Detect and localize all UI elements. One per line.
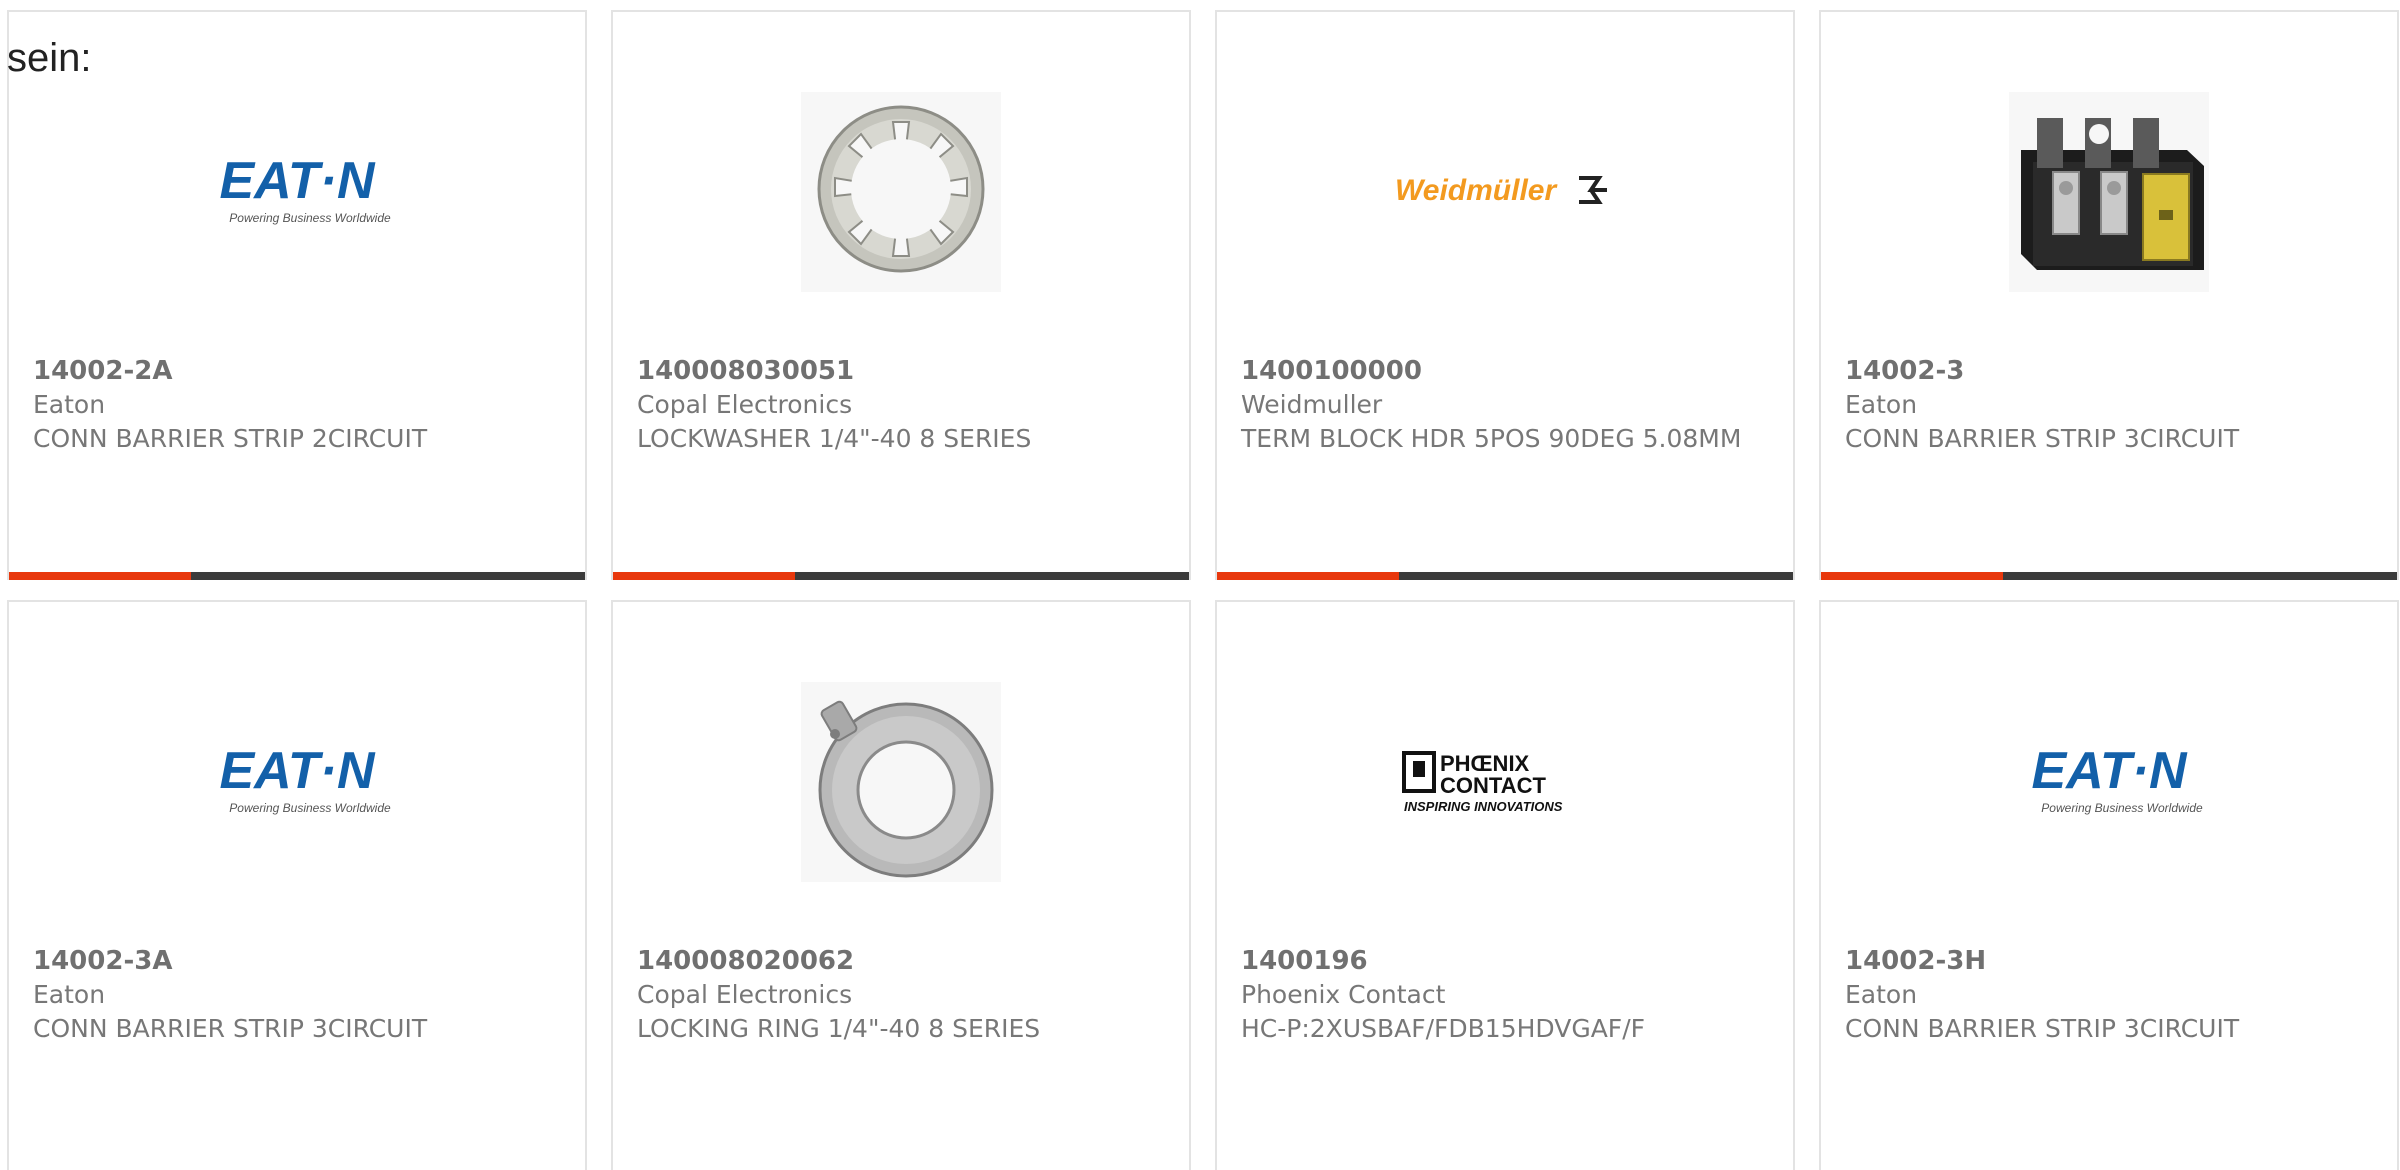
product-manufacturer: Eaton — [33, 980, 106, 1009]
eaton-wordmark: EAT·N — [2031, 742, 2187, 800]
product-info: 14002-3 Eaton CONN BARRIER STRIP 3CIRCUI… — [1845, 354, 2373, 456]
product-part-number[interactable]: 14002-2A — [33, 354, 561, 388]
eaton-tagline: Powering Business Worldwide — [2041, 801, 2203, 815]
locking-ring-photo — [613, 672, 1189, 892]
eaton-tagline: Powering Business Worldwide — [229, 801, 391, 815]
product-description: CONN BARRIER STRIP 3CIRCUIT — [33, 1014, 428, 1043]
product-part-number[interactable]: 14002-3A — [33, 944, 561, 978]
product-grid: EAT·N Powering Business Worldwide 14002-… — [7, 10, 2400, 1170]
card-accent — [1217, 572, 1399, 580]
product-part-number[interactable]: 140008030051 — [637, 354, 1165, 388]
product-part-number[interactable]: 1400100000 — [1241, 354, 1769, 388]
product-card[interactable]: Weidmüller 1400100000 Weidmuller TERM BL… — [1215, 10, 1795, 580]
product-description: CONN BARRIER STRIP 3CIRCUIT — [1845, 424, 2240, 453]
product-description: CONN BARRIER STRIP 3CIRCUIT — [1845, 1014, 2240, 1043]
product-part-number[interactable]: 14002-3H — [1845, 944, 2373, 978]
product-part-number[interactable]: 1400196 — [1241, 944, 1769, 978]
card-bottom-bar — [613, 572, 1189, 580]
card-bottom-bar — [9, 572, 585, 580]
product-manufacturer: Eaton — [1845, 980, 1918, 1009]
product-description: TERM BLOCK HDR 5POS 90DEG 5.08MM — [1241, 424, 1742, 453]
product-card[interactable]: 140008030051 Copal Electronics LOCKWASHE… — [611, 10, 1191, 580]
product-info: 140008020062 Copal Electronics LOCKING R… — [637, 944, 1165, 1046]
card-bottom-bar — [1217, 572, 1793, 580]
weidmuller-wordmark: Weidmüller — [1395, 174, 1558, 207]
product-manufacturer: Copal Electronics — [637, 980, 853, 1009]
product-manufacturer: Eaton — [1845, 390, 1918, 419]
eaton-wordmark: EAT·N — [219, 152, 375, 210]
phoenix-wordmark-2: CONTACT — [1440, 773, 1546, 798]
eaton-logo: EAT·N Powering Business Worldwide — [1821, 672, 2397, 892]
product-info: 14002-3A Eaton CONN BARRIER STRIP 3CIRCU… — [33, 944, 561, 1046]
product-card[interactable]: EAT·N Powering Business Worldwide 14002-… — [7, 10, 587, 580]
phoenix-logo: PHŒNIX CONTACT INSPIRING INNOVATIONS — [1217, 672, 1793, 892]
card-accent — [1821, 572, 2003, 580]
weidmuller-logo: Weidmüller — [1217, 82, 1793, 302]
eaton-logo: EAT·N Powering Business Worldwide — [9, 82, 585, 302]
card-bottom-bar — [1821, 572, 2397, 580]
product-manufacturer: Phoenix Contact — [1241, 980, 1446, 1009]
product-part-number[interactable]: 140008020062 — [637, 944, 1165, 978]
intro-text: sein: — [7, 36, 92, 80]
phoenix-tagline: INSPIRING INNOVATIONS — [1404, 799, 1563, 814]
product-manufacturer: Weidmuller — [1241, 390, 1383, 419]
eaton-logo: EAT·N Powering Business Worldwide — [9, 672, 585, 892]
product-description: LOCKING RING 1/4"-40 8 SERIES — [637, 1014, 1041, 1043]
product-info: 14002-2A Eaton CONN BARRIER STRIP 2CIRCU… — [33, 354, 561, 456]
product-card[interactable]: 14002-3 Eaton CONN BARRIER STRIP 3CIRCUI… — [1819, 10, 2399, 580]
product-card[interactable]: EAT·N Powering Business Worldwide 14002-… — [1819, 600, 2399, 1170]
product-info: 1400100000 Weidmuller TERM BLOCK HDR 5PO… — [1241, 354, 1769, 456]
product-description: LOCKWASHER 1/4"-40 8 SERIES — [637, 424, 1032, 453]
product-description: HC-P:2XUSBAF/FDB15HDVGAF/F — [1241, 1014, 1645, 1043]
product-card[interactable]: 140008020062 Copal Electronics LOCKING R… — [611, 600, 1191, 1170]
product-part-number[interactable]: 14002-3 — [1845, 354, 2373, 388]
eaton-tagline: Powering Business Worldwide — [229, 211, 391, 225]
product-card[interactable]: PHŒNIX CONTACT INSPIRING INNOVATIONS 140… — [1215, 600, 1795, 1170]
lockwasher-photo — [613, 82, 1189, 302]
product-description: CONN BARRIER STRIP 2CIRCUIT — [33, 424, 428, 453]
product-info: 14002-3H Eaton CONN BARRIER STRIP 3CIRCU… — [1845, 944, 2373, 1046]
barrier-strip-photo — [1821, 82, 2397, 302]
weidmuller-symbol — [1579, 176, 1607, 204]
product-info: 1400196 Phoenix Contact HC-P:2XUSBAF/FDB… — [1241, 944, 1769, 1046]
product-manufacturer: Eaton — [33, 390, 106, 419]
card-accent — [9, 572, 191, 580]
product-manufacturer: Copal Electronics — [637, 390, 853, 419]
card-accent — [613, 572, 795, 580]
eaton-wordmark: EAT·N — [219, 742, 375, 800]
product-info: 140008030051 Copal Electronics LOCKWASHE… — [637, 354, 1165, 456]
product-card[interactable]: EAT·N Powering Business Worldwide 14002-… — [7, 600, 587, 1170]
